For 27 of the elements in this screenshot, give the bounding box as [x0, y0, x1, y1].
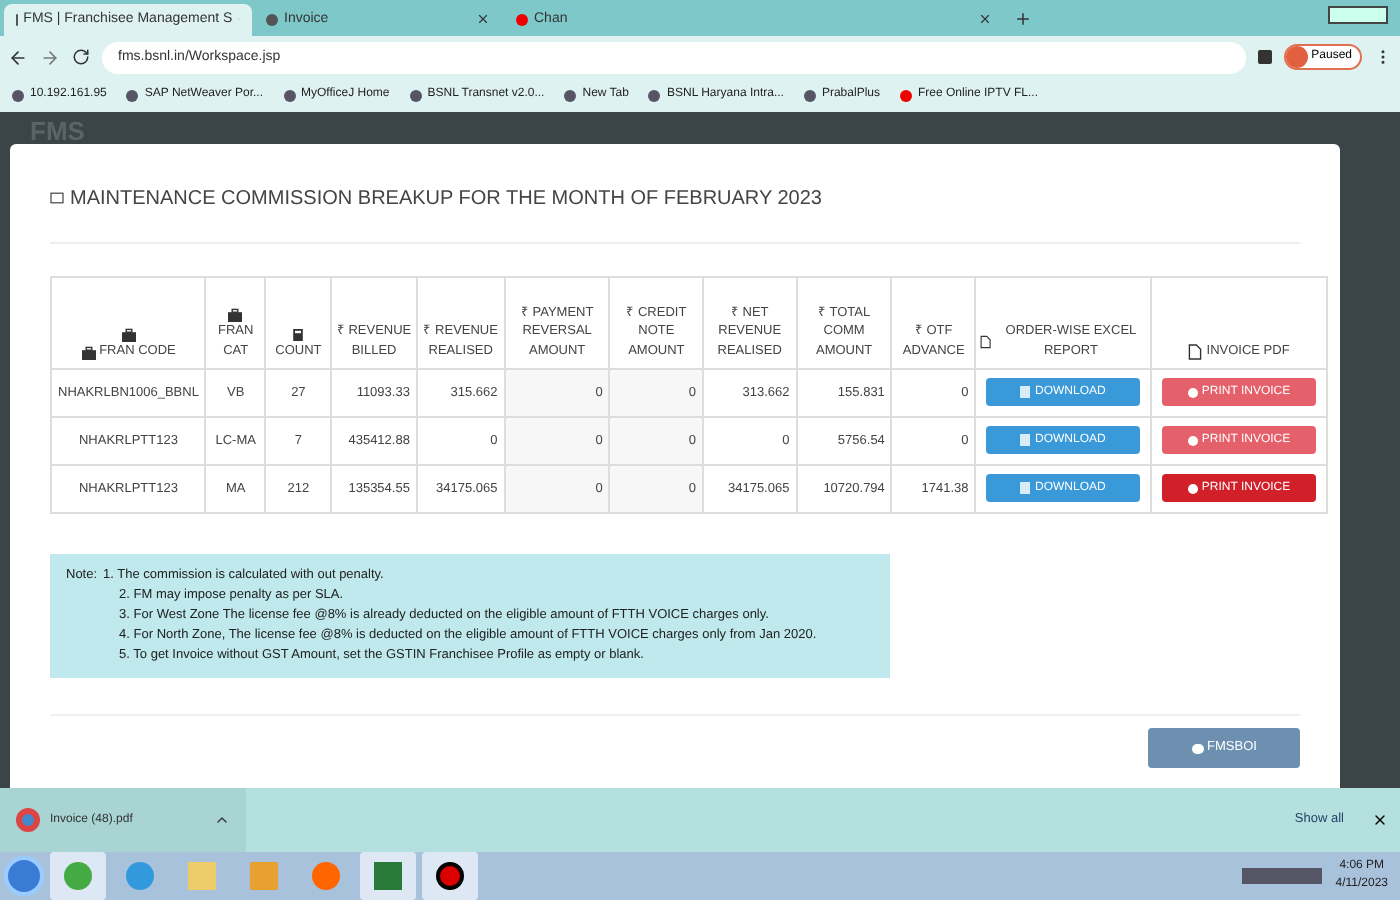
window-controls-icon[interactable] [1328, 5, 1388, 24]
bookmark-icon [12, 89, 24, 102]
bookmark-icon [803, 89, 816, 102]
file-icon [1020, 434, 1031, 447]
file-icon [1188, 344, 1203, 360]
bookmark-icon [899, 89, 912, 102]
file-icon [1020, 386, 1031, 399]
spreadsheet-icon [980, 334, 992, 351]
briefcase-icon [121, 328, 136, 343]
calculator-icon [292, 328, 305, 343]
chrome-icon [16, 808, 40, 833]
bookmark-icon [283, 89, 296, 102]
reload-icon[interactable] [72, 48, 90, 67]
file-icon [1020, 482, 1031, 495]
bookmark-icon [648, 89, 661, 102]
start-icon[interactable] [4, 856, 44, 896]
new-tab-icon[interactable] [1014, 9, 1032, 28]
back-icon[interactable] [8, 47, 28, 68]
taskbar-app-icon[interactable] [422, 852, 478, 900]
briefcase-icon [81, 345, 96, 359]
avatar-icon [1285, 46, 1308, 69]
bookmark-icon [409, 89, 422, 102]
briefcase-icon [228, 308, 243, 323]
bookmark-icon [564, 89, 577, 102]
forward-icon[interactable] [40, 47, 60, 68]
bookmark-icon [126, 89, 139, 102]
modal-title: MAINTENANCE COMMISSION BREAKUP FOR THE MONTH OF FEBRUARY 2023 [70, 185, 822, 214]
